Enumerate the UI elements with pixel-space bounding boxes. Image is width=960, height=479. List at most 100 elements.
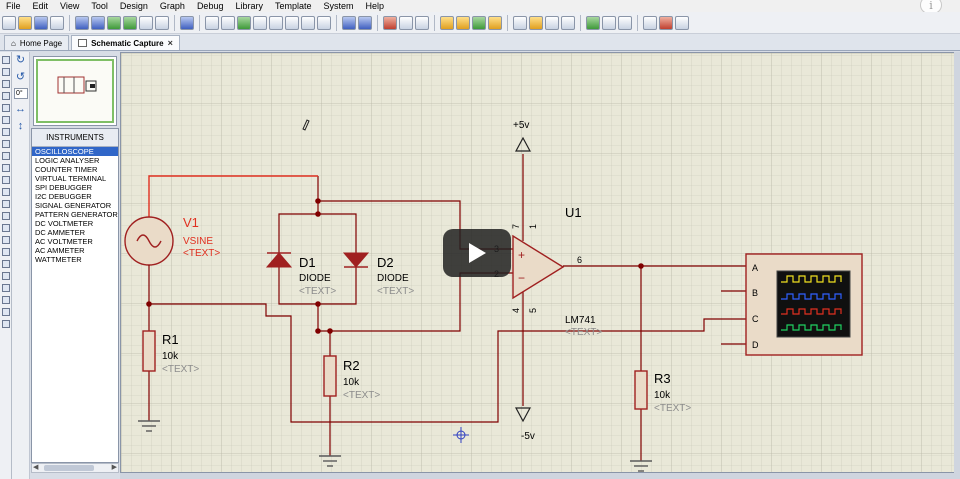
tape-recorder-icon[interactable] bbox=[2, 176, 10, 184]
copy-icon[interactable] bbox=[399, 15, 413, 30]
new-file-icon[interactable] bbox=[2, 15, 16, 30]
menu-design[interactable]: Design bbox=[114, 0, 154, 12]
text-script-icon[interactable] bbox=[2, 104, 10, 112]
ares-icon[interactable] bbox=[91, 15, 105, 30]
netlist-icon[interactable] bbox=[675, 15, 689, 30]
device-list-item[interactable]: DC VOLTMETER bbox=[32, 219, 118, 228]
circle-icon[interactable] bbox=[2, 260, 10, 268]
device-list-item[interactable]: LOGIC ANALYSER bbox=[32, 156, 118, 165]
block-rotate-icon[interactable] bbox=[472, 15, 486, 30]
menu-system[interactable]: System bbox=[318, 0, 360, 12]
help-icon[interactable] bbox=[180, 15, 194, 30]
device-list-item[interactable]: AC VOLTMETER bbox=[32, 237, 118, 246]
menu-help[interactable]: Help bbox=[360, 0, 391, 12]
voltage-probe-icon[interactable] bbox=[2, 200, 10, 208]
line-icon[interactable] bbox=[2, 236, 10, 244]
isis-icon[interactable] bbox=[75, 15, 89, 30]
text-icon[interactable] bbox=[2, 296, 10, 304]
overview-viewport[interactable] bbox=[36, 59, 114, 123]
search-icon[interactable] bbox=[513, 15, 527, 30]
block-copy-icon[interactable] bbox=[440, 15, 454, 30]
package-icon[interactable] bbox=[545, 15, 559, 30]
gerber-icon[interactable] bbox=[107, 15, 121, 30]
arc-icon[interactable] bbox=[2, 272, 10, 280]
device-pins-icon[interactable] bbox=[2, 152, 10, 160]
r2-resistor[interactable] bbox=[323, 355, 337, 397]
decompose-icon[interactable] bbox=[561, 15, 575, 30]
device-list-item[interactable]: SIGNAL GENERATOR bbox=[32, 201, 118, 210]
tab-home-page[interactable]: ⌂ Home Page bbox=[4, 35, 70, 50]
zoom-in-icon[interactable] bbox=[269, 15, 283, 30]
wire-label-icon[interactable] bbox=[2, 92, 10, 100]
symbol-icon[interactable] bbox=[2, 308, 10, 316]
menu-template[interactable]: Template bbox=[269, 0, 318, 12]
tab-schematic-capture[interactable]: Schematic Capture × bbox=[71, 35, 180, 50]
box-icon[interactable] bbox=[2, 248, 10, 256]
video-play-button[interactable] bbox=[443, 229, 511, 277]
canvas-vertical-scrollbar[interactable] bbox=[954, 52, 960, 479]
mirror-vertical-icon[interactable]: ↕ bbox=[12, 118, 29, 135]
device-list-scrollbar[interactable]: ◀ ▶ bbox=[31, 463, 119, 473]
menu-debug[interactable]: Debug bbox=[191, 0, 230, 12]
remove-sheet-icon[interactable] bbox=[659, 15, 673, 30]
block-delete-icon[interactable] bbox=[488, 15, 502, 30]
print-icon[interactable] bbox=[50, 15, 64, 30]
mirror-horizontal-icon[interactable]: ↔ bbox=[12, 101, 29, 118]
grid-icon[interactable] bbox=[221, 15, 235, 30]
menu-graph[interactable]: Graph bbox=[154, 0, 191, 12]
zoom-area-icon[interactable] bbox=[317, 15, 331, 30]
wire-autorouter-icon[interactable] bbox=[586, 15, 600, 30]
device-list-item[interactable]: I2C DEBUGGER bbox=[32, 192, 118, 201]
property-tool-icon[interactable] bbox=[618, 15, 632, 30]
device-list-item[interactable]: AC AMMETER bbox=[32, 246, 118, 255]
component-mode-icon[interactable] bbox=[2, 68, 10, 76]
search-tag-icon[interactable] bbox=[602, 15, 616, 30]
menu-edit[interactable]: Edit bbox=[27, 0, 55, 12]
rotate-anticlockwise-icon[interactable]: ↺ bbox=[12, 69, 29, 86]
device-list-item[interactable]: SPI DEBUGGER bbox=[32, 183, 118, 192]
selection-mode-icon[interactable] bbox=[2, 56, 10, 64]
open-folder-icon[interactable] bbox=[18, 15, 32, 30]
marker-icon[interactable] bbox=[2, 320, 10, 328]
zoom-all-icon[interactable] bbox=[301, 15, 315, 30]
canvas-horizontal-scrollbar[interactable] bbox=[120, 473, 956, 479]
close-icon[interactable]: × bbox=[168, 38, 173, 48]
pan-icon[interactable] bbox=[253, 15, 267, 30]
device-list-item[interactable]: PATTERN GENERATOR bbox=[32, 210, 118, 219]
rotate-clockwise-icon[interactable]: ↻ bbox=[12, 52, 29, 69]
menu-library[interactable]: Library bbox=[229, 0, 269, 12]
scrollbar-thumb[interactable] bbox=[44, 465, 94, 471]
scroll-left-icon[interactable]: ◀ bbox=[33, 463, 38, 471]
zoom-out-icon[interactable] bbox=[285, 15, 299, 30]
rotation-angle-field[interactable]: 0° bbox=[14, 88, 28, 99]
overview-window[interactable] bbox=[33, 56, 117, 126]
current-probe-icon[interactable] bbox=[2, 212, 10, 220]
paste-icon[interactable] bbox=[415, 15, 429, 30]
undo-icon[interactable] bbox=[342, 15, 356, 30]
terminals-icon[interactable] bbox=[2, 140, 10, 148]
cut-icon[interactable] bbox=[383, 15, 397, 30]
save-icon[interactable] bbox=[34, 15, 48, 30]
junction-dot-icon[interactable] bbox=[2, 80, 10, 88]
buses-icon[interactable] bbox=[2, 116, 10, 124]
make-device-icon[interactable] bbox=[529, 15, 543, 30]
menu-view[interactable]: View bbox=[54, 0, 85, 12]
r1-resistor[interactable] bbox=[142, 330, 156, 372]
menu-file[interactable]: File bbox=[0, 0, 27, 12]
schematic-canvas[interactable]: V1 VSINE <TEXT> D1 DIODE <TEXT> D2 DIODE… bbox=[120, 52, 956, 473]
scroll-right-icon[interactable]: ▶ bbox=[112, 463, 117, 471]
device-list-item[interactable]: WATTMETER bbox=[32, 255, 118, 264]
block-move-icon[interactable] bbox=[456, 15, 470, 30]
generator-icon[interactable] bbox=[2, 188, 10, 196]
device-list-item[interactable]: COUNTER TIMER bbox=[32, 165, 118, 174]
device-list-item[interactable]: OSCILLOSCOPE bbox=[32, 147, 118, 156]
r3-resistor[interactable] bbox=[634, 370, 648, 410]
subcircuit-icon[interactable] bbox=[2, 128, 10, 136]
path-icon[interactable] bbox=[2, 284, 10, 292]
refresh-icon[interactable] bbox=[205, 15, 219, 30]
redo-icon[interactable] bbox=[358, 15, 372, 30]
device-list-item[interactable]: DC AMMETER bbox=[32, 228, 118, 237]
menu-tool[interactable]: Tool bbox=[85, 0, 114, 12]
origin-icon[interactable] bbox=[237, 15, 251, 30]
minus-icon[interactable] bbox=[155, 15, 169, 30]
